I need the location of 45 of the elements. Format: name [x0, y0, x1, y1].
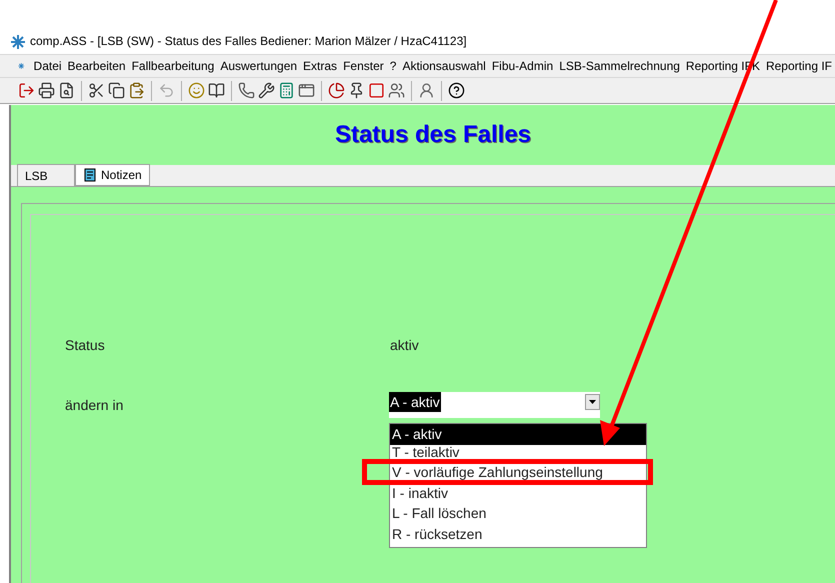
- menu-item[interactable]: Aktionsauswahl: [399, 57, 489, 75]
- book-icon[interactable]: [208, 82, 225, 99]
- dropdown-option[interactable]: R - rücksetzen: [390, 526, 646, 540]
- help-icon[interactable]: [448, 82, 465, 99]
- calculator-icon[interactable]: [278, 82, 295, 99]
- page-heading: Status des Falles: [334, 120, 532, 150]
- menu-item[interactable]: Extras: [300, 57, 340, 75]
- wrench-icon[interactable]: [258, 82, 275, 99]
- status-combo[interactable]: A - aktiv: [389, 392, 600, 418]
- dropdown-option[interactable]: A - aktiv: [390, 424, 646, 444]
- exit-icon[interactable]: [18, 82, 35, 99]
- window-title: comp.ASS - [LSB (SW) - Status des Falles Bediener: Marion Mälzer / HzaC41123]: [30, 33, 467, 50]
- dropdown-option[interactable]: I - inaktiv: [390, 486, 646, 500]
- status-label: Status: [65, 336, 106, 354]
- menu-item[interactable]: Reporting IF: [762, 57, 835, 75]
- pin-icon[interactable]: [348, 82, 365, 99]
- person-icon[interactable]: [418, 82, 435, 99]
- menu-item[interactable]: Datei: [30, 57, 65, 75]
- print-preview-icon[interactable]: [58, 82, 75, 99]
- paste-icon[interactable]: [128, 82, 145, 99]
- window-icon[interactable]: [298, 82, 315, 99]
- dropdown-option[interactable]: L - Fall löschen: [390, 506, 646, 520]
- menu-item[interactable]: Bearbeiten: [64, 57, 129, 75]
- menu-item[interactable]: Fenster: [340, 57, 387, 75]
- notepad-icon: [83, 168, 97, 182]
- dropdown-option[interactable]: T - teilaktiv: [390, 444, 646, 458]
- status-value: aktiv: [390, 336, 419, 354]
- menu-item[interactable]: ?: [386, 57, 400, 75]
- menu-item[interactable]: Fallbearbeitung: [128, 57, 218, 75]
- menu-item[interactable]: LSB-Sammelrechnung: [556, 57, 683, 75]
- change-label: ändern in: [65, 396, 124, 414]
- printer-icon[interactable]: [38, 82, 55, 99]
- menu-item[interactable]: Auswertungen: [217, 57, 300, 75]
- people-icon[interactable]: [388, 82, 405, 99]
- menu-item[interactable]: Fibu-Admin: [488, 57, 556, 75]
- tab[interactable]: Notizen: [75, 164, 150, 186]
- tab[interactable]: LSB: [17, 164, 75, 186]
- dropdown-option[interactable]: V - vorläufige Zahlungseinstellung: [390, 465, 646, 479]
- app-icon: [10, 34, 26, 50]
- caret-icon: [589, 400, 596, 404]
- phone-icon[interactable]: [238, 82, 255, 99]
- square-icon[interactable]: [368, 82, 385, 99]
- pie-chart-icon[interactable]: [328, 82, 345, 99]
- scissors-icon[interactable]: [88, 82, 105, 99]
- copy-icon[interactable]: [108, 82, 125, 99]
